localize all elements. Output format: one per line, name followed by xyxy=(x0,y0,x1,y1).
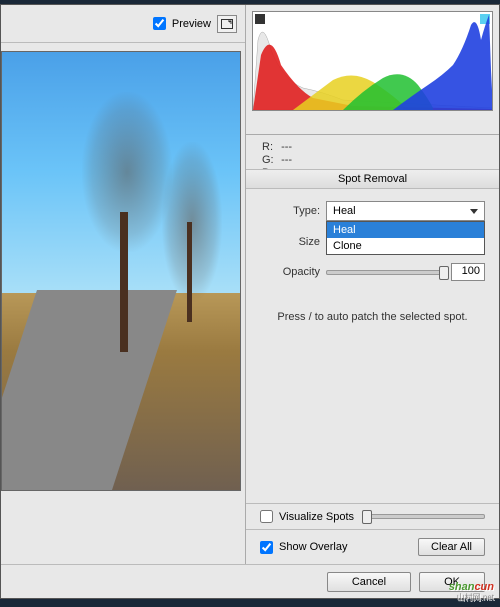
spacer xyxy=(246,339,499,503)
histogram-container xyxy=(246,5,499,135)
type-row: Type: Heal Heal Clone xyxy=(260,201,485,221)
type-option-heal[interactable]: Heal xyxy=(327,222,484,238)
opacity-value[interactable]: 100 xyxy=(451,263,485,281)
preview-checkbox[interactable] xyxy=(153,17,166,30)
preview-header: Preview xyxy=(1,5,245,43)
dialog-window: Preview xyxy=(0,4,500,599)
fullscreen-icon[interactable] xyxy=(217,15,237,33)
opacity-slider[interactable] xyxy=(326,270,445,275)
opacity-row: Opacity 100 xyxy=(260,263,485,281)
r-label: R: xyxy=(262,141,278,154)
histogram[interactable] xyxy=(252,11,493,111)
type-selected: Heal xyxy=(333,205,356,217)
clear-all-button[interactable]: Clear All xyxy=(418,538,485,556)
dialog-buttons: Cancel OK xyxy=(1,564,499,598)
hint-text: Press / to auto patch the selected spot. xyxy=(260,311,485,323)
g-value: --- xyxy=(281,154,297,167)
rgb-readout: R: --- G: --- B: --- xyxy=(246,135,499,169)
panel-title: Spot Removal xyxy=(246,169,499,189)
visualize-checkbox[interactable] xyxy=(260,510,273,523)
type-dropdown-list: Heal Clone xyxy=(326,221,485,255)
preview-pane: Preview xyxy=(1,5,246,564)
size-label: Size xyxy=(260,236,320,248)
main-content: Preview xyxy=(1,5,499,564)
cancel-button[interactable]: Cancel xyxy=(327,572,411,592)
chevron-down-icon xyxy=(470,209,478,214)
opacity-thumb[interactable] xyxy=(439,266,449,280)
settings-pane: R: --- G: --- B: --- Spot Removal Type: … xyxy=(246,5,499,564)
type-option-clone[interactable]: Clone xyxy=(327,238,484,254)
visualize-row: Visualize Spots xyxy=(246,503,499,530)
watermark: shancun 山村网.net xyxy=(449,574,494,603)
g-label: G: xyxy=(262,154,278,167)
preview-image[interactable] xyxy=(1,51,241,491)
opacity-label: Opacity xyxy=(260,266,320,278)
visualize-slider[interactable] xyxy=(366,514,485,519)
preview-container xyxy=(1,43,245,564)
visualize-label[interactable]: Visualize Spots xyxy=(279,511,354,523)
overlay-checkbox[interactable] xyxy=(260,541,273,554)
r-value: --- xyxy=(281,141,297,154)
type-label: Type: xyxy=(260,205,320,217)
overlay-row: Show Overlay Clear All xyxy=(246,530,499,564)
preview-label[interactable]: Preview xyxy=(172,18,211,30)
type-dropdown[interactable]: Heal Heal Clone xyxy=(326,201,485,221)
type-dropdown-field[interactable]: Heal xyxy=(326,201,485,221)
controls-group: Type: Heal Heal Clone Size xyxy=(246,189,499,339)
visualize-thumb[interactable] xyxy=(362,510,372,524)
overlay-label[interactable]: Show Overlay xyxy=(279,541,347,553)
